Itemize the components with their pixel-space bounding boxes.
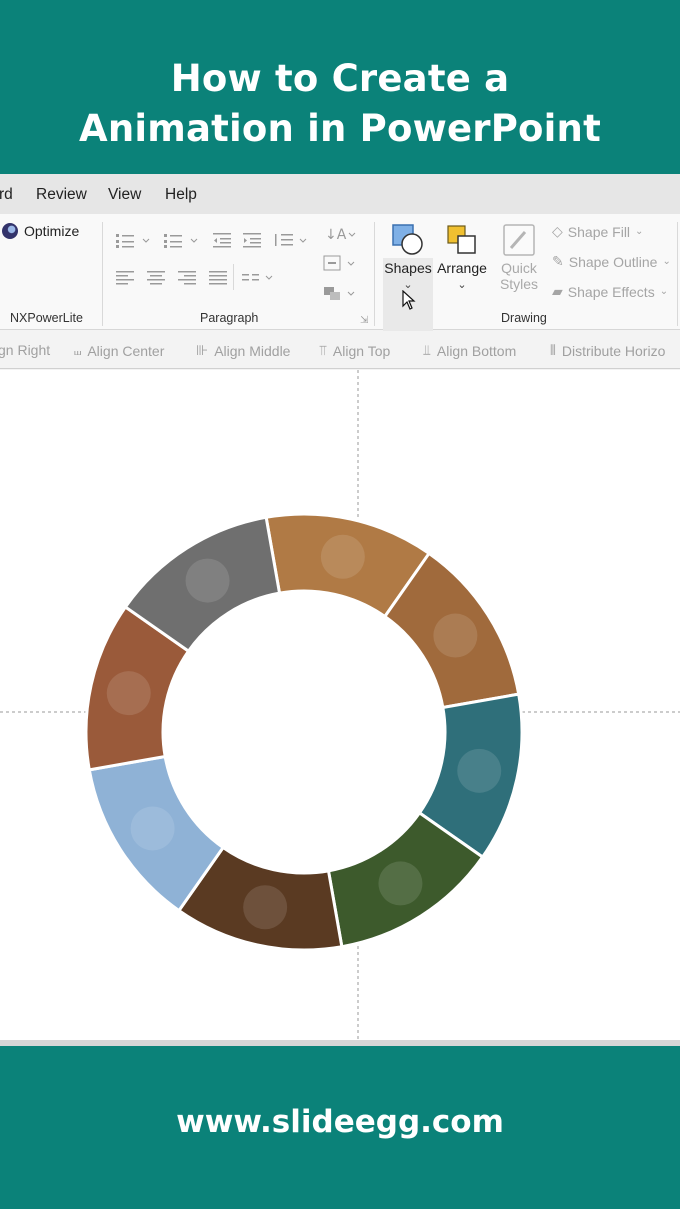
distribute-horizontally-button[interactable]: ⫴ Distribute Horizo (550, 342, 665, 359)
align-middle-button[interactable]: ⊪ Align Middle (196, 342, 290, 359)
menu-bar: rd Review View Help (0, 174, 680, 214)
shape-outline-label: Shape Outline (568, 253, 658, 270)
divider (233, 264, 234, 290)
paint-bucket-icon: ◇ (552, 223, 563, 239)
header-banner: How to Create a Animation in PowerPoint (0, 0, 680, 174)
align-text-icon[interactable] (322, 254, 358, 272)
shape-effects-label: Shape Effects (567, 283, 655, 300)
text-direction-icon[interactable]: ↓A (323, 224, 359, 244)
group-label-nxpowerlite: NXPowerLite (10, 311, 83, 325)
quick-styles-button[interactable]: Quick Styles (492, 222, 546, 292)
align-bottom-icon: ⫫ (423, 342, 431, 358)
bullets-icon[interactable] (116, 232, 154, 248)
optimize-button[interactable]: Optimize (2, 223, 79, 239)
shapes-icon (392, 224, 423, 255)
align-bottom-label: Align Bottom (436, 342, 517, 359)
food-photo-highlight (243, 885, 288, 930)
numbering-icon[interactable] (164, 232, 202, 248)
svg-text:↓A: ↓A (325, 227, 347, 243)
architecture-photo-highlight (320, 534, 365, 579)
align-middle-label: Align Middle (214, 342, 291, 359)
shape-fill-button[interactable]: ◇ Shape Fill ⌄ (552, 223, 643, 240)
menu-item-review[interactable]: Review (36, 186, 87, 204)
decrease-indent-icon[interactable] (213, 232, 233, 248)
menu-item-help[interactable]: Help (165, 186, 197, 204)
coral-reef-photo-highlight (457, 748, 502, 793)
distribute-label: Distribute Horizo (561, 342, 666, 359)
shape-fill-label: Shape Fill (567, 223, 631, 240)
footer-banner: www.slideegg.com (0, 1046, 680, 1209)
group-label-paragraph: Paragraph (200, 311, 259, 325)
justify-icon[interactable] (209, 270, 227, 286)
title-line-1: How to Create a (170, 57, 510, 100)
website-url[interactable]: www.slideegg.com (0, 1046, 680, 1140)
chevron-down-icon: ⌄ (457, 279, 467, 291)
align-top-icon: ⫪ (319, 342, 327, 358)
align-right-button[interactable]: gn Right (0, 342, 50, 358)
align-left-icon[interactable] (116, 270, 134, 286)
quick-styles-icon (503, 224, 535, 256)
align-center-text-icon[interactable] (147, 270, 165, 286)
quick-styles-label-1: Quick (501, 260, 537, 276)
title-line-2: Animation in PowerPoint (78, 107, 601, 150)
slide-canvas[interactable] (0, 370, 680, 1046)
canyon-photo-highlight (106, 671, 151, 716)
shapes-button[interactable]: Shapes ⌄ (384, 222, 432, 291)
mouse-cursor-icon (402, 289, 416, 315)
align-right-text-icon[interactable] (178, 270, 196, 286)
ribbon-body: Optimize NXPowerLite ↓A Paragraph ⇲ Shap… (0, 214, 680, 336)
group-divider (677, 222, 678, 326)
align-right-label: gn Right (0, 342, 51, 358)
group-divider (374, 222, 375, 326)
slide-graphic (0, 370, 680, 1046)
align-center-label: Align Center (87, 342, 165, 359)
align-middle-icon: ⊪ (196, 342, 209, 358)
menu-item-view[interactable]: View (108, 186, 141, 204)
dialog-launcher-icon[interactable]: ⇲ (360, 313, 368, 329)
menu-item-word[interactable]: rd (0, 186, 13, 204)
effects-icon: ▰ (552, 283, 563, 299)
arrange-icon (447, 225, 476, 254)
smartart-icon[interactable] (322, 284, 358, 302)
align-top-label: Align Top (332, 342, 391, 359)
line-spacing-icon[interactable] (273, 232, 311, 248)
quick-styles-label-2: Styles (499, 276, 539, 292)
align-center-icon: ⧢ (74, 342, 82, 358)
arrange-button[interactable]: Arrange ⌄ (436, 222, 488, 291)
align-toolbar: gn Right ⧢ Align Center ⊪ Align Middle ⫪… (0, 331, 680, 369)
group-divider (102, 222, 103, 326)
sky-clouds-photo-highlight (130, 806, 175, 851)
shapes-label: Shapes (384, 260, 432, 276)
align-center-button[interactable]: ⧢ Align Center (74, 342, 164, 359)
shape-outline-button[interactable]: ✎ Shape Outline ⌄ (552, 253, 671, 270)
optimize-label: Optimize (24, 223, 80, 239)
chevron-down-icon: ⌄ (635, 226, 644, 237)
group-label-drawing: Drawing (501, 311, 547, 325)
shape-effects-button[interactable]: ▰ Shape Effects ⌄ (552, 283, 668, 300)
increase-indent-icon[interactable] (243, 232, 263, 248)
arrange-label: Arrange (437, 260, 487, 276)
pen-outline-icon: ✎ (552, 253, 564, 269)
optimize-icon (2, 223, 18, 239)
cheetah-photo-highlight (433, 613, 478, 658)
chevron-down-icon: ⌄ (659, 286, 669, 297)
chevron-down-icon: ⌄ (662, 256, 671, 267)
forest-photo-highlight (378, 861, 423, 906)
columns-icon[interactable] (242, 270, 278, 286)
align-top-button[interactable]: ⫪ Align Top (319, 342, 390, 359)
powerpoint-ribbon: rd Review View Help Optimize NXPowerLite… (0, 174, 680, 370)
mountain-road-photo-highlight (185, 558, 230, 603)
distribute-icon: ⫴ (550, 342, 556, 358)
ring-hole (163, 591, 445, 873)
align-bottom-button[interactable]: ⫫ Align Bottom (423, 342, 516, 359)
